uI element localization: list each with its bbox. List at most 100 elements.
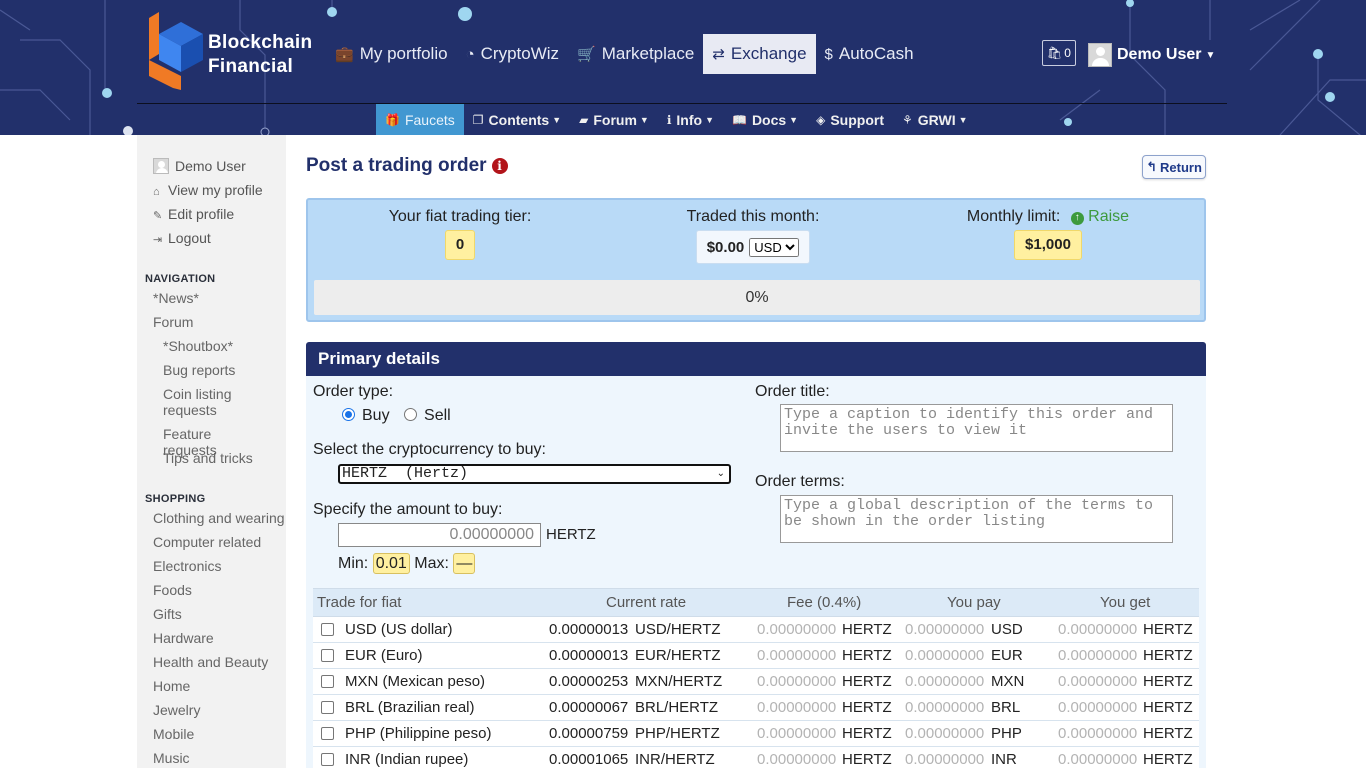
- subnav-info[interactable]: ℹ Info ▼: [658, 104, 723, 135]
- cell-fee-unit: HERTZ: [842, 699, 892, 716]
- sidebar-item-hardware[interactable]: Hardware: [153, 630, 214, 646]
- cell-get: 0.00000000: [1058, 647, 1138, 664]
- row-checkbox[interactable]: [321, 695, 334, 720]
- caret-down-icon: ▼: [958, 114, 968, 125]
- nav-my-portfolio[interactable]: 💼 My portfolio: [326, 34, 457, 74]
- sidebar-link-label: Edit profile: [168, 206, 235, 222]
- caret-down-icon: ▼: [705, 114, 714, 125]
- col-you-get: You get: [1100, 594, 1151, 611]
- raise-link[interactable]: ↑ Raise: [1070, 208, 1129, 225]
- sidebar-item-forum[interactable]: Forum: [153, 314, 193, 330]
- nav-exchange[interactable]: ⇄ Exchange: [703, 34, 816, 74]
- info-icon[interactable]: i: [491, 158, 508, 174]
- buy-radio[interactable]: Buy: [342, 407, 390, 424]
- row-checkbox[interactable]: [321, 617, 334, 642]
- sidebar-user[interactable]: Demo User: [153, 158, 246, 174]
- table-row: BRL (Brazilian real) 0.00000067 BRL/HERTZ 0…: [313, 695, 1199, 721]
- sidebar-item-music[interactable]: Music: [153, 750, 190, 766]
- row-checkbox[interactable]: [321, 721, 334, 746]
- sidebar-link-edit-profile[interactable]: ✎ Edit profile: [153, 206, 234, 222]
- sell-radio[interactable]: Sell: [404, 407, 451, 424]
- sidebar-item-gifts[interactable]: Gifts: [153, 606, 182, 622]
- sidebar-item-shoutbox[interactable]: *Shoutbox*: [163, 338, 263, 354]
- nav-label: Marketplace: [601, 44, 695, 63]
- amount-input[interactable]: 0.00000000: [338, 523, 541, 547]
- subnav-label: Support: [830, 111, 884, 128]
- sidebar-link-logout[interactable]: ⇥ Logout: [153, 230, 211, 246]
- cell-pair: USD/HERTZ: [635, 621, 721, 638]
- cell-pay: 0.00000000: [905, 621, 985, 638]
- row-checkbox[interactable]: [321, 747, 334, 768]
- checkbox-box: [321, 623, 334, 636]
- row-checkbox[interactable]: [321, 669, 334, 694]
- caret-down-icon: ▼: [552, 114, 562, 125]
- crypto-select[interactable]: HERTZ (Hertz) ⌄: [338, 464, 731, 484]
- buy-radio-circle: [342, 408, 355, 421]
- max-value[interactable]: —: [453, 553, 476, 574]
- cell-fee: 0.00000000: [757, 751, 837, 768]
- nav-autocash[interactable]: $ AutoCash: [816, 34, 923, 74]
- nav-marketplace[interactable]: 🛒 Marketplace: [568, 34, 703, 74]
- cell-pay-unit: USD: [991, 621, 1023, 638]
- sidebar-item-home[interactable]: Home: [153, 678, 190, 694]
- pencil-icon: ✎: [153, 210, 163, 222]
- cell-fee-unit: HERTZ: [842, 725, 892, 742]
- col-current-rate: Current rate: [606, 594, 687, 611]
- arrow-up-circle-icon: ↑: [1070, 211, 1084, 225]
- cell-pay-unit: INR: [991, 751, 1017, 768]
- brand-logo[interactable]: Blockchain Financial: [145, 10, 325, 92]
- sidebar-item-bug-reports[interactable]: Bug reports: [163, 362, 263, 378]
- cell-rate: 0.00000067: [549, 699, 629, 716]
- nav-cryptowiz[interactable]: ◔ CryptoWiz: [457, 34, 568, 74]
- sell-radio-circle: [404, 408, 418, 421]
- cell-pay-unit: EUR: [991, 647, 1023, 664]
- cell-fiat: PHP (Philippine peso): [345, 725, 492, 742]
- folder-icon: ▰: [579, 112, 589, 127]
- subnav-docs[interactable]: 📖 Docs ▼: [723, 104, 807, 135]
- sidebar-item-electronics[interactable]: Electronics: [153, 558, 221, 574]
- subnav-faucets[interactable]: 🎁 Faucets: [376, 104, 464, 135]
- sidebar-item-health-and-beauty[interactable]: Health and Beauty: [153, 654, 268, 670]
- sidebar-link-label: Logout: [168, 230, 211, 246]
- subnav-forum[interactable]: ▰ Forum ▼: [570, 104, 658, 135]
- sidebar-item-clothing-and-wearing[interactable]: Clothing and wearing: [153, 510, 285, 526]
- cell-fiat: EUR (Euro): [345, 647, 423, 664]
- main-navigation: 💼 My portfolio ◔ CryptoWiz 🛒 Marketplace ⇄ Exch…: [326, 34, 923, 74]
- subnav-support[interactable]: ◈ Support: [807, 104, 893, 135]
- traded-label: Traded this month:: [686, 208, 820, 225]
- sidebar-link-view-my-profile[interactable]: ⌂ View my profile: [153, 182, 263, 198]
- fiat-tier-value: 0: [444, 230, 476, 260]
- min-value[interactable]: 0.01: [372, 553, 410, 574]
- row-checkbox[interactable]: [321, 643, 334, 668]
- order-title-input[interactable]: Type a caption to identify this order an…: [780, 404, 1173, 452]
- exchange-icon: ⇄: [712, 46, 725, 63]
- cell-rate: 0.00000013: [549, 621, 629, 638]
- sidebar-item-foods[interactable]: Foods: [153, 582, 192, 598]
- col-you-pay: You pay: [947, 594, 1001, 611]
- user-menu[interactable]: Demo User ▼: [1088, 42, 1215, 68]
- cell-get: 0.00000000: [1058, 751, 1138, 768]
- currency-select[interactable]: USD: [749, 237, 800, 257]
- sidebar-item-mobile[interactable]: Mobile: [153, 726, 194, 742]
- sidebar-item-computer-related[interactable]: Computer related: [153, 534, 261, 550]
- sidebar-item-jewelry[interactable]: Jewelry: [153, 702, 200, 718]
- sidebar-item-news[interactable]: *News*: [153, 290, 199, 306]
- nav-label: Exchange: [730, 44, 807, 63]
- cell-pair: EUR/HERTZ: [635, 647, 721, 664]
- site-header: Blockchain Financial 💼 My portfolio ◔ Crypt…: [0, 0, 1366, 135]
- cell-fee: 0.00000000: [757, 647, 837, 664]
- traded-box: $0.00 USD: [695, 230, 811, 264]
- return-button[interactable]: ↰ Return: [1142, 155, 1206, 179]
- order-terms-input[interactable]: Type a global description of the terms t…: [780, 495, 1173, 543]
- checkbox-box: [321, 701, 334, 714]
- cell-fiat: INR (Indian rupee): [345, 751, 469, 768]
- cell-fiat: BRL (Brazilian real): [345, 699, 475, 716]
- subnav-contents[interactable]: ❐ Contents ▼: [464, 104, 570, 135]
- sidebar-item-tips-and-tricks[interactable]: Tips and tricks: [163, 450, 263, 466]
- subnav-grwi[interactable]: ⚘ GRWI ▼: [893, 104, 977, 135]
- cell-get-unit: HERTZ: [1143, 621, 1193, 638]
- contents-icon: ❐: [472, 112, 484, 127]
- sidebar-item-coin-listing-requests[interactable]: Coin listing requests: [163, 386, 263, 418]
- cell-fee-unit: HERTZ: [842, 621, 892, 638]
- cart-button[interactable]: 🛍 0: [1042, 40, 1076, 66]
